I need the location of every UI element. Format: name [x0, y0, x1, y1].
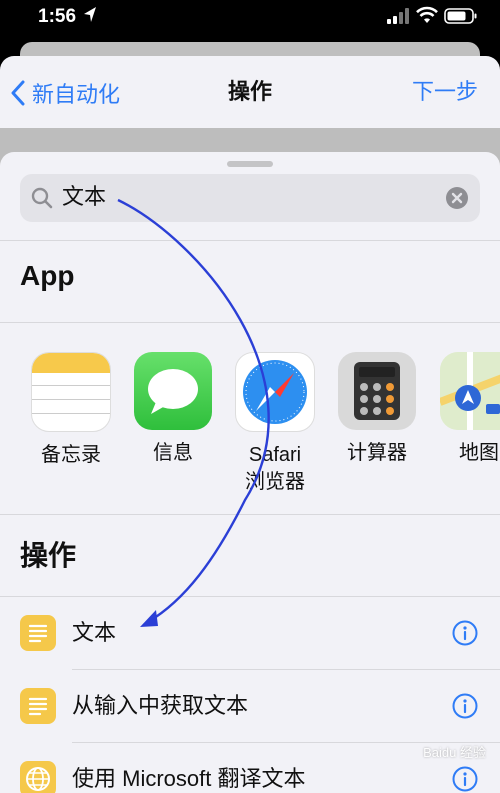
app-notes[interactable]: 备忘录	[26, 352, 116, 468]
action-label: 从输入中获取文本	[72, 693, 249, 718]
search-icon	[31, 187, 53, 209]
battery-icon	[444, 8, 477, 24]
search-field[interactable]: 文本	[20, 174, 480, 222]
sheet-grabber[interactable]	[227, 161, 273, 167]
action-picker-sheet: 文本 App 备忘录 信息 Safari 浏览器 计算器 地图 操作 文本 从输…	[0, 152, 500, 793]
action-row-text[interactable]: 文本	[0, 597, 500, 669]
info-icon[interactable]	[452, 766, 478, 792]
app-label: Safari	[248, 444, 302, 466]
info-icon[interactable]	[452, 693, 478, 719]
info-icon[interactable]	[452, 620, 478, 646]
cellular-signal-icon	[387, 8, 409, 24]
messages-app-icon	[134, 352, 212, 430]
status-bar: 1:56	[0, 0, 500, 38]
app-label: 备忘录	[41, 444, 101, 466]
app-label: 计算器	[347, 442, 407, 464]
app-label-line2: 浏览器	[245, 469, 305, 493]
divider	[0, 322, 500, 323]
app-messages[interactable]: 信息	[128, 352, 218, 466]
action-row-get-text-from-input[interactable]: 从输入中获取文本	[0, 670, 500, 742]
divider	[0, 514, 500, 515]
actions-section-title: 操作	[20, 540, 77, 571]
app-maps[interactable]: 地图	[434, 352, 500, 466]
search-input[interactable]: 文本	[62, 174, 106, 222]
watermark: Baidu 经验	[423, 745, 486, 760]
wifi-icon	[416, 6, 438, 23]
location-arrow-icon	[84, 7, 96, 22]
app-label: 信息	[153, 442, 193, 464]
globe-icon	[20, 761, 56, 793]
text-doc-icon	[20, 615, 56, 651]
app-calculator[interactable]: 计算器	[332, 352, 422, 466]
next-button[interactable]: 下一步	[412, 76, 478, 110]
app-safari[interactable]: Safari 浏览器	[230, 352, 320, 494]
status-time: 1:56	[38, 6, 77, 27]
clear-icon[interactable]	[446, 187, 468, 209]
action-label: 文本	[72, 620, 117, 645]
action-label: 使用 Microsoft 翻译文本	[72, 766, 306, 791]
divider	[0, 240, 500, 241]
notes-app-icon	[31, 352, 111, 432]
app-label: 地图	[459, 442, 499, 464]
maps-app-icon	[440, 352, 500, 430]
apps-section-title: App	[20, 260, 75, 291]
safari-app-icon	[235, 352, 315, 432]
text-doc-icon	[20, 688, 56, 724]
calculator-app-icon	[338, 352, 416, 430]
